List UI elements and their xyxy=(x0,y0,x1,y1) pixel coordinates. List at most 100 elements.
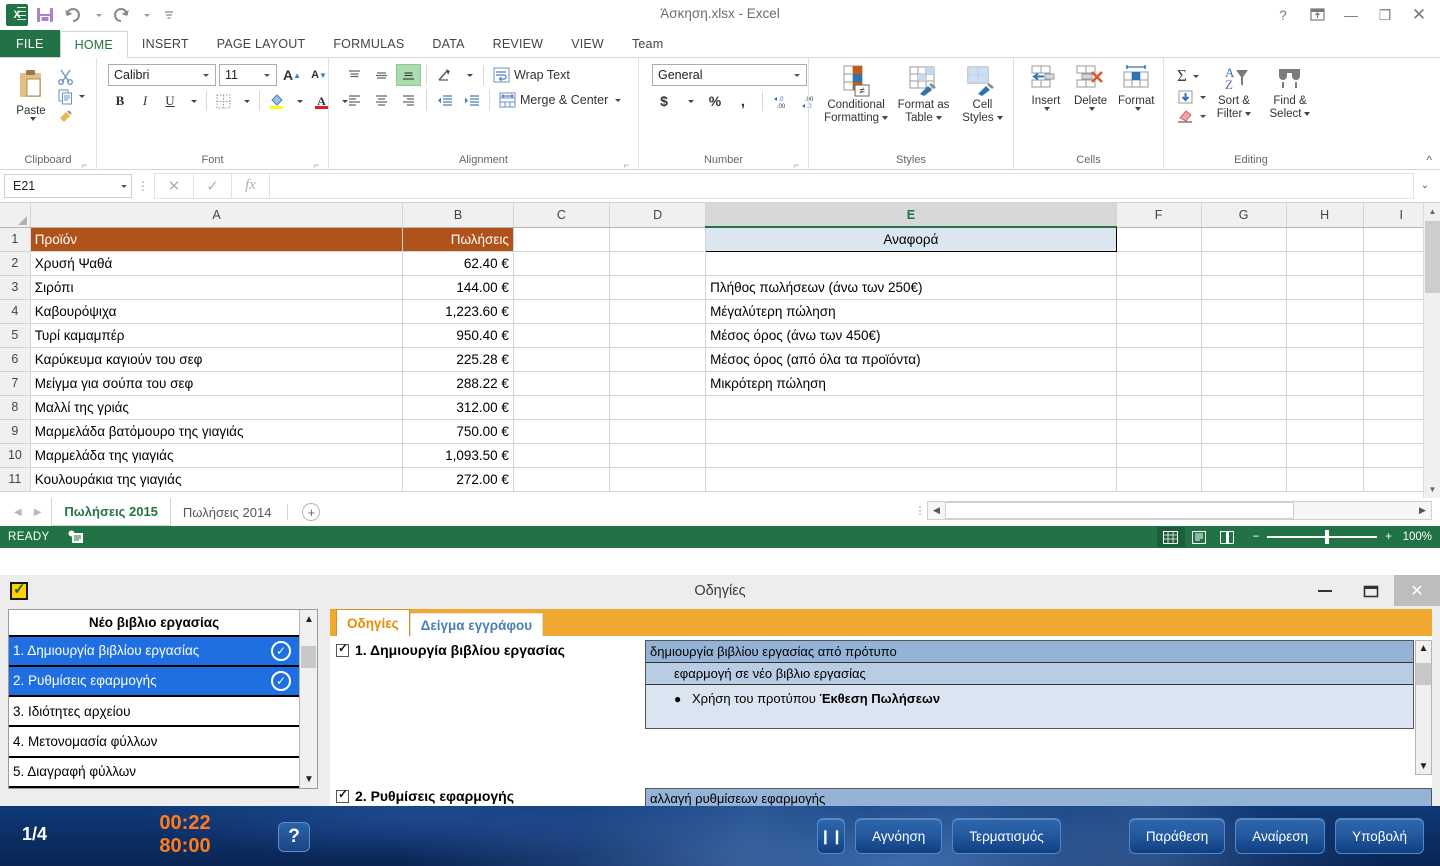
cell-e10[interactable] xyxy=(705,443,1117,468)
cell-b5[interactable]: 950.40 € xyxy=(402,323,514,348)
tab-deigma-eggrafou[interactable]: Δείγμα εγγράφου xyxy=(409,613,544,636)
help-icon[interactable]: ? xyxy=(1266,2,1300,28)
column-header-a[interactable]: A xyxy=(30,203,404,228)
restore-icon[interactable]: ❐ xyxy=(1368,2,1402,28)
copy-dropdown-icon[interactable] xyxy=(79,95,85,98)
cell-b9[interactable]: 750.00 € xyxy=(402,419,514,444)
task-list-item-2[interactable]: 2. Ρυθμίσεις εφαρμογής ✓ xyxy=(9,666,299,698)
align-left-icon[interactable] xyxy=(342,89,367,111)
increase-indent-icon[interactable] xyxy=(459,89,484,111)
column-header-f[interactable]: F xyxy=(1116,203,1202,228)
cell-c7[interactable] xyxy=(513,371,611,396)
cell-c2[interactable] xyxy=(513,251,611,276)
cell-f1[interactable] xyxy=(1116,227,1202,252)
cell-e6[interactable]: Μέσος όρος (από όλα τα προϊόντα) xyxy=(705,347,1117,372)
zoom-in-button[interactable]: + xyxy=(1385,531,1392,543)
cell-c5[interactable] xyxy=(513,323,611,348)
row-header-5[interactable]: 5 xyxy=(0,323,31,348)
formula-input[interactable] xyxy=(270,172,1414,199)
autosum-button[interactable]: Σ xyxy=(1177,66,1206,86)
cell-h10[interactable] xyxy=(1286,443,1364,468)
cell-f8[interactable] xyxy=(1116,395,1202,420)
cell-g3[interactable] xyxy=(1201,275,1287,300)
select-all-corner[interactable] xyxy=(0,203,31,228)
cell-d5[interactable] xyxy=(609,323,707,348)
cell-g4[interactable] xyxy=(1201,299,1287,324)
cell-h7[interactable] xyxy=(1286,371,1364,396)
insert-cells-button[interactable]: Insert xyxy=(1025,64,1067,111)
cell-g8[interactable] xyxy=(1201,395,1287,420)
task-list-item-4[interactable]: 4. Μετονομασία φύλλων xyxy=(9,727,299,758)
cell-f4[interactable] xyxy=(1116,299,1202,324)
row-header-9[interactable]: 9 xyxy=(0,419,31,444)
paste-button[interactable]: Paste xyxy=(5,68,57,121)
clear-icon[interactable] xyxy=(1177,108,1206,124)
cell-g2[interactable] xyxy=(1201,251,1287,276)
borders-dropdown-icon[interactable] xyxy=(236,90,255,112)
scroll-down-icon[interactable]: ▼ xyxy=(300,770,318,788)
cell-f7[interactable] xyxy=(1116,371,1202,396)
delete-cells-button[interactable]: Delete xyxy=(1069,64,1113,111)
minimize-icon[interactable]: — xyxy=(1334,2,1368,28)
cell-f11[interactable] xyxy=(1116,467,1202,492)
scrollbar-thumb[interactable] xyxy=(1425,221,1440,293)
scroll-down-icon[interactable]: ▼ xyxy=(1424,481,1440,498)
cell-c1[interactable] xyxy=(513,227,611,252)
chevron-down-icon[interactable] xyxy=(196,68,213,82)
bold-button[interactable]: B xyxy=(108,90,132,112)
zoom-track[interactable] xyxy=(1267,530,1378,544)
help-button[interactable]: ? xyxy=(278,822,310,852)
collapse-ribbon-icon[interactable]: ^ xyxy=(1426,153,1432,167)
scroll-right-icon[interactable]: ▶ xyxy=(1414,502,1431,519)
scroll-left-icon[interactable]: ◀ xyxy=(928,502,945,519)
cell-b11[interactable]: 272.00 € xyxy=(402,467,514,492)
cell-h2[interactable] xyxy=(1286,251,1364,276)
merge-center-button[interactable]: Merge & Center xyxy=(495,89,625,111)
row-header-11[interactable]: 11 xyxy=(0,467,31,492)
row-header-7[interactable]: 7 xyxy=(0,371,31,396)
fill-color-dropdown-icon[interactable] xyxy=(289,90,308,112)
minimize-icon[interactable] xyxy=(1302,575,1348,606)
cell-g5[interactable] xyxy=(1201,323,1287,348)
alignment-dialog-launcher[interactable]: ⌐ xyxy=(622,160,631,170)
tab-team[interactable]: Team xyxy=(618,30,677,57)
increase-font-size-icon[interactable]: A ▲ xyxy=(280,64,304,86)
hscroll-track[interactable]: ◀ ▶ xyxy=(927,501,1432,520)
zoom-thumb[interactable] xyxy=(1325,530,1330,544)
row-header-6[interactable]: 6 xyxy=(0,347,31,372)
cell-g1[interactable] xyxy=(1201,227,1287,252)
chevron-down-icon[interactable] xyxy=(118,179,127,193)
ribbon-display-options-icon[interactable] xyxy=(1300,2,1334,28)
cell-d7[interactable] xyxy=(609,371,707,396)
normal-view-icon[interactable] xyxy=(1156,527,1185,547)
formula-bar-grip[interactable]: ⋮ xyxy=(132,179,154,193)
cell-f10[interactable] xyxy=(1116,443,1202,468)
cell-e8[interactable] xyxy=(705,395,1117,420)
zoom-slider[interactable]: − + xyxy=(1253,530,1392,544)
cell-g7[interactable] xyxy=(1201,371,1287,396)
font-size-select[interactable]: 11 xyxy=(219,64,277,86)
cell-a3[interactable]: Σιρόπι xyxy=(30,275,404,300)
cell-c10[interactable] xyxy=(513,443,611,468)
format-dropdown-icon[interactable] xyxy=(1134,107,1141,111)
borders-icon[interactable] xyxy=(211,90,235,112)
align-bottom-icon[interactable] xyxy=(396,64,421,86)
row-header-2[interactable]: 2 xyxy=(0,251,31,276)
underline-button[interactable]: U xyxy=(158,90,182,112)
name-box[interactable]: E21 xyxy=(4,173,132,198)
copy-button[interactable] xyxy=(57,88,85,105)
orientation-icon[interactable] xyxy=(432,64,457,86)
expand-formula-bar-icon[interactable]: ⌄ xyxy=(1414,180,1436,191)
cell-e3[interactable]: Πλήθος πωλήσεων (άνω των 250€) xyxy=(705,275,1117,300)
cell-b2[interactable]: 62.40 € xyxy=(402,251,514,276)
previous-sheet-icon[interactable]: ◀ xyxy=(14,507,22,518)
font-dialog-launcher[interactable]: ⌐ xyxy=(312,160,321,170)
cell-b4[interactable]: 1,223.60 € xyxy=(402,299,514,324)
cell-a2[interactable]: Χρυσή Ψαθά xyxy=(30,251,404,276)
scrollbar-thumb[interactable] xyxy=(1416,663,1431,685)
align-center-icon[interactable] xyxy=(369,89,394,111)
task-checkbox[interactable] xyxy=(336,641,349,657)
cancel-icon[interactable]: ✕ xyxy=(155,174,193,198)
row-header-8[interactable]: 8 xyxy=(0,395,31,420)
merge-center-dropdown-icon[interactable] xyxy=(615,98,622,102)
